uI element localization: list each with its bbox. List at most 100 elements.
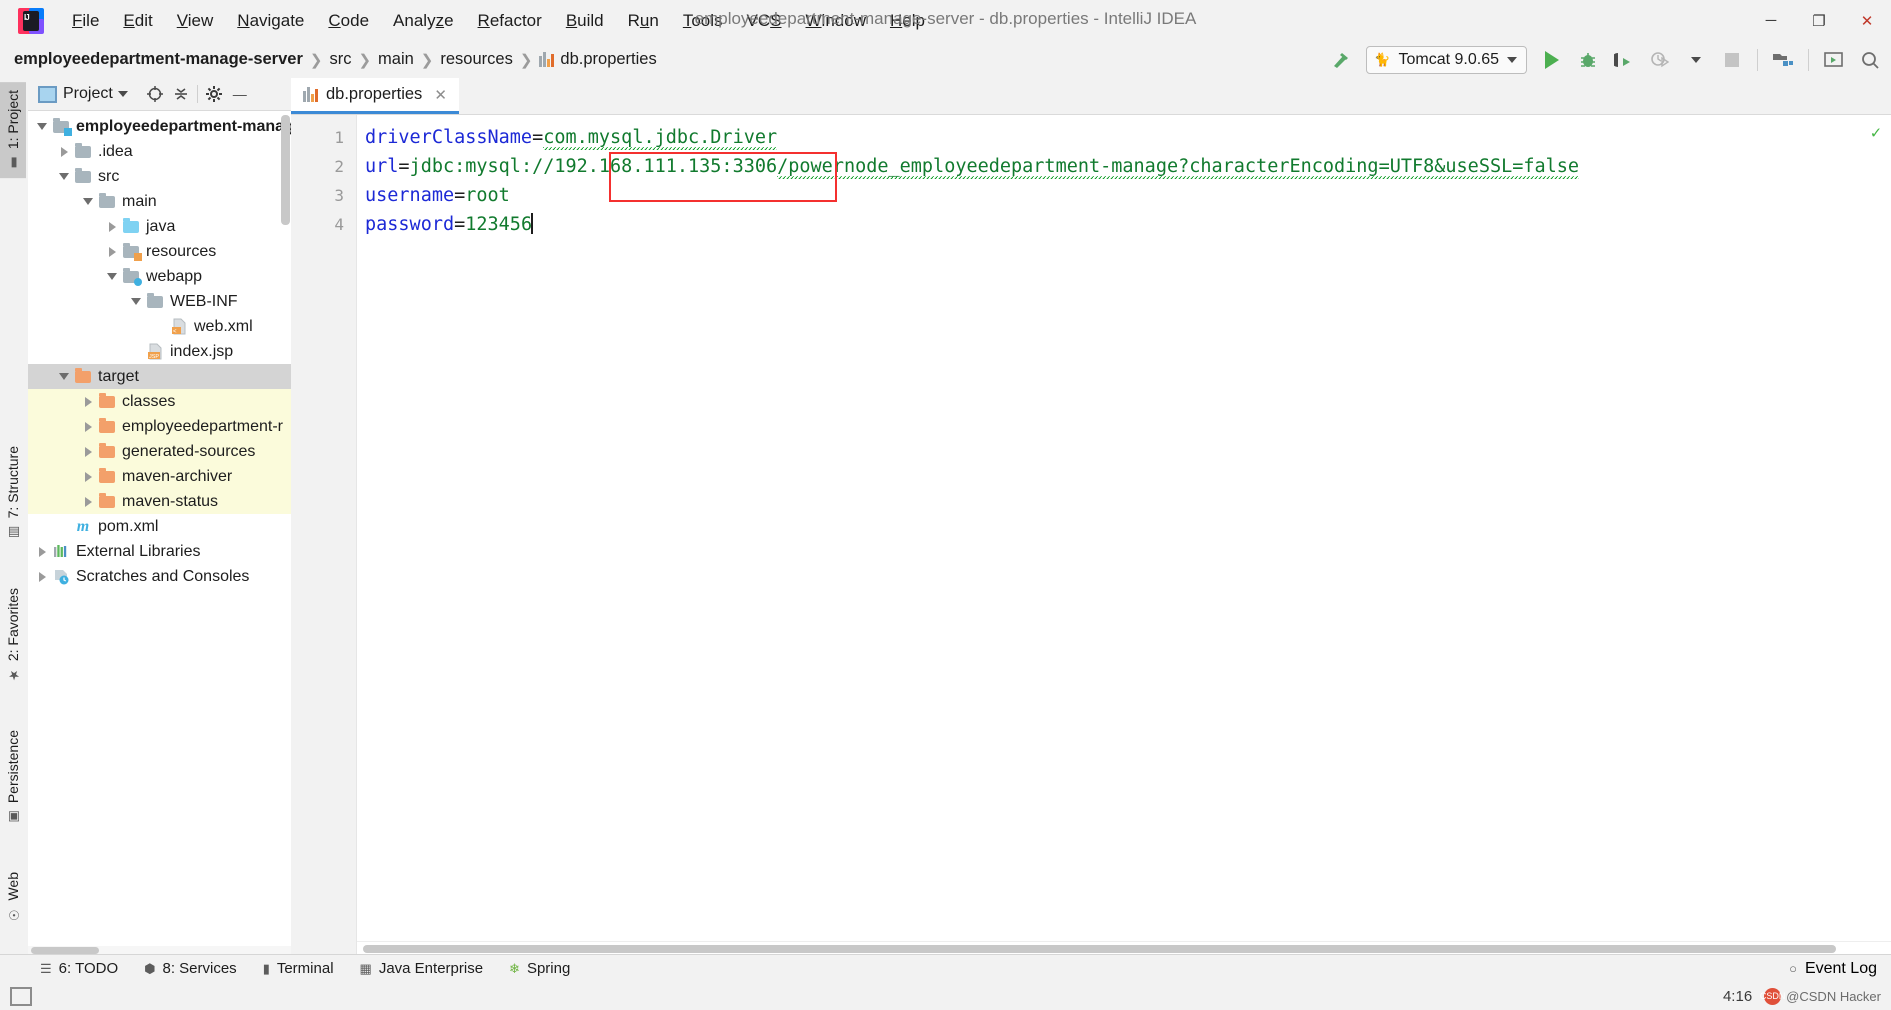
breadcrumb-label: main	[378, 50, 414, 68]
menu-view[interactable]: View	[165, 8, 226, 34]
tree-item-idea[interactable]: .idea	[28, 139, 291, 164]
close-button[interactable]: ✕	[1843, 0, 1891, 41]
search-everywhere-icon[interactable]	[1853, 45, 1887, 75]
tree-item-webapp[interactable]: webapp	[28, 264, 291, 289]
tree-item-target[interactable]: target	[28, 364, 291, 389]
breadcrumb-src[interactable]: src	[324, 48, 356, 71]
chevron-down-icon[interactable]	[128, 298, 144, 305]
tree-item-src[interactable]: src	[28, 164, 291, 189]
sidebar-item-favorites[interactable]: ★ 2: Favorites	[0, 580, 26, 690]
chevron-down-icon[interactable]	[104, 273, 120, 280]
tree-item-maven-status[interactable]: maven-status	[28, 489, 291, 514]
chevron-right-icon[interactable]	[104, 221, 120, 232]
chevron-down-icon[interactable]	[80, 198, 96, 205]
inspection-status-icon[interactable]: ✓	[1871, 123, 1881, 143]
menu-vcs[interactable]: VCS	[735, 8, 794, 34]
chevron-right-icon[interactable]	[34, 571, 50, 582]
tree-item-scratches-and-consoles[interactable]: Scratches and Consoles	[28, 564, 291, 589]
chevron-right-icon[interactable]	[80, 421, 96, 432]
chevron-right-icon[interactable]	[80, 446, 96, 457]
chevron-down-icon[interactable]	[117, 91, 128, 97]
minimize-button[interactable]: ─	[1747, 0, 1795, 41]
menu-build[interactable]: Build	[554, 8, 616, 34]
hide-minimize-icon[interactable]: —	[227, 81, 253, 107]
tree-item-resources[interactable]: resources	[28, 239, 291, 264]
sidebar-item-project[interactable]: ▮ 1: Project	[0, 82, 26, 179]
chevron-down-icon[interactable]	[56, 373, 72, 380]
tree-item-label: maven-status	[122, 492, 219, 510]
tree-item-webxml[interactable]: < web.xml	[28, 314, 291, 339]
bottom-item-spring[interactable]: ❄ Spring	[509, 960, 570, 977]
tree-item-employeedepartment-war[interactable]: employeedepartment-r	[28, 414, 291, 439]
csdn-logo-icon: CSDN	[1760, 987, 1785, 1005]
event-log-button[interactable]: ○ Event Log	[1789, 960, 1877, 978]
chevron-down-icon[interactable]	[56, 173, 72, 180]
menu-run[interactable]: Run	[616, 8, 671, 34]
sidebar-item-web[interactable]: ☉ Web	[0, 864, 26, 930]
tab-db-properties[interactable]: db.properties ✕	[291, 78, 459, 114]
breadcrumb-resources[interactable]: resources	[435, 48, 517, 71]
stop-square-icon[interactable]	[1715, 45, 1749, 75]
bottom-item-services[interactable]: ⬢ 8: Services	[144, 960, 237, 977]
menu-code[interactable]: Code	[316, 8, 381, 34]
tree-item-maven-archiver[interactable]: maven-archiver	[28, 464, 291, 489]
breadcrumb-file[interactable]: db.properties	[534, 48, 661, 71]
chevron-right-icon[interactable]	[34, 546, 50, 557]
tree-item-generated-sources[interactable]: generated-sources	[28, 439, 291, 464]
project-structure-icon[interactable]	[1766, 45, 1800, 75]
chevron-right-icon[interactable]	[80, 496, 96, 507]
menu-help[interactable]: Help	[878, 8, 937, 34]
breadcrumb-separator-icon: ❯	[420, 51, 434, 69]
chevron-right-icon[interactable]	[104, 246, 120, 257]
menu-analyze[interactable]: Analyze	[381, 8, 466, 34]
sidebar-item-structure[interactable]: ▤ 7: Structure	[0, 438, 26, 547]
profiler-dropdown-icon[interactable]	[1679, 45, 1713, 75]
project-tree-vertical-scrollbar[interactable]	[281, 115, 290, 225]
build-hammer-icon[interactable]	[1324, 45, 1358, 75]
code-editor[interactable]: 1 2 3 4 driverClassName=com.mysql.jdbc.D…	[291, 115, 1891, 955]
bottom-item-todo[interactable]: ☰ 6: TODO	[40, 960, 118, 977]
svg-text:JSP: JSP	[149, 354, 159, 360]
chevron-right-icon[interactable]	[80, 396, 96, 407]
collapse-all-icon[interactable]	[168, 81, 194, 107]
profiler-clock-icon[interactable]	[1643, 45, 1677, 75]
tree-item-classes[interactable]: classes	[28, 389, 291, 414]
project-tree[interactable]: employeedepartment-manag .idea src main	[28, 111, 291, 955]
bottom-item-terminal[interactable]: ▮ Terminal	[263, 960, 334, 977]
menu-refactor[interactable]: Refactor	[466, 8, 554, 34]
maximize-button[interactable]: ❐	[1795, 0, 1843, 41]
menu-window[interactable]: Window	[794, 8, 878, 34]
code-content[interactable]: driverClassName=com.mysql.jdbc.Driver ur…	[357, 115, 1891, 955]
present-window-icon[interactable]	[1817, 45, 1851, 75]
tree-item-main[interactable]: main	[28, 189, 291, 214]
tree-item-webinf[interactable]: WEB-INF	[28, 289, 291, 314]
breadcrumb-main[interactable]: main	[373, 48, 419, 71]
menu-file[interactable]: FFileile	[60, 8, 111, 34]
chevron-right-icon[interactable]	[80, 471, 96, 482]
tree-item-project-root[interactable]: employeedepartment-manag	[28, 114, 291, 139]
tree-item-external-libraries[interactable]: External Libraries	[28, 539, 291, 564]
property-value-scheme: jdbc:mysql://	[409, 156, 555, 177]
menu-tools[interactable]: Tools	[671, 8, 735, 34]
bottom-item-java-enterprise[interactable]: ▦ Java Enterprise	[360, 960, 484, 977]
debug-bug-icon[interactable]	[1571, 45, 1605, 75]
breadcrumb-project[interactable]: employeedepartment-manage-server	[0, 48, 308, 71]
chevron-right-icon[interactable]	[56, 146, 72, 157]
sidebar-item-persistence[interactable]: ▣ Persistence	[0, 722, 26, 832]
run-with-coverage-icon[interactable]	[1607, 45, 1641, 75]
locate-target-icon[interactable]	[142, 81, 168, 107]
chevron-down-icon[interactable]	[34, 123, 50, 130]
java-enterprise-icon: ▦	[359, 960, 372, 976]
gear-icon[interactable]	[201, 81, 227, 107]
run-configuration-selector[interactable]: 🐈 Tomcat 9.0.65	[1366, 45, 1527, 74]
run-play-icon[interactable]	[1535, 45, 1569, 75]
line-number: 3	[334, 186, 344, 205]
tree-item-indexjsp[interactable]: JSP index.jsp	[28, 339, 291, 364]
tree-item-label: Scratches and Consoles	[76, 567, 250, 585]
tree-item-java[interactable]: java	[28, 214, 291, 239]
editor-horizontal-scrollbar[interactable]	[357, 941, 1891, 955]
menu-navigate[interactable]: Navigate	[225, 8, 316, 34]
close-icon[interactable]: ✕	[434, 86, 447, 104]
menu-edit[interactable]: Edit	[111, 8, 164, 34]
tree-item-pomxml[interactable]: m pom.xml	[28, 514, 291, 539]
